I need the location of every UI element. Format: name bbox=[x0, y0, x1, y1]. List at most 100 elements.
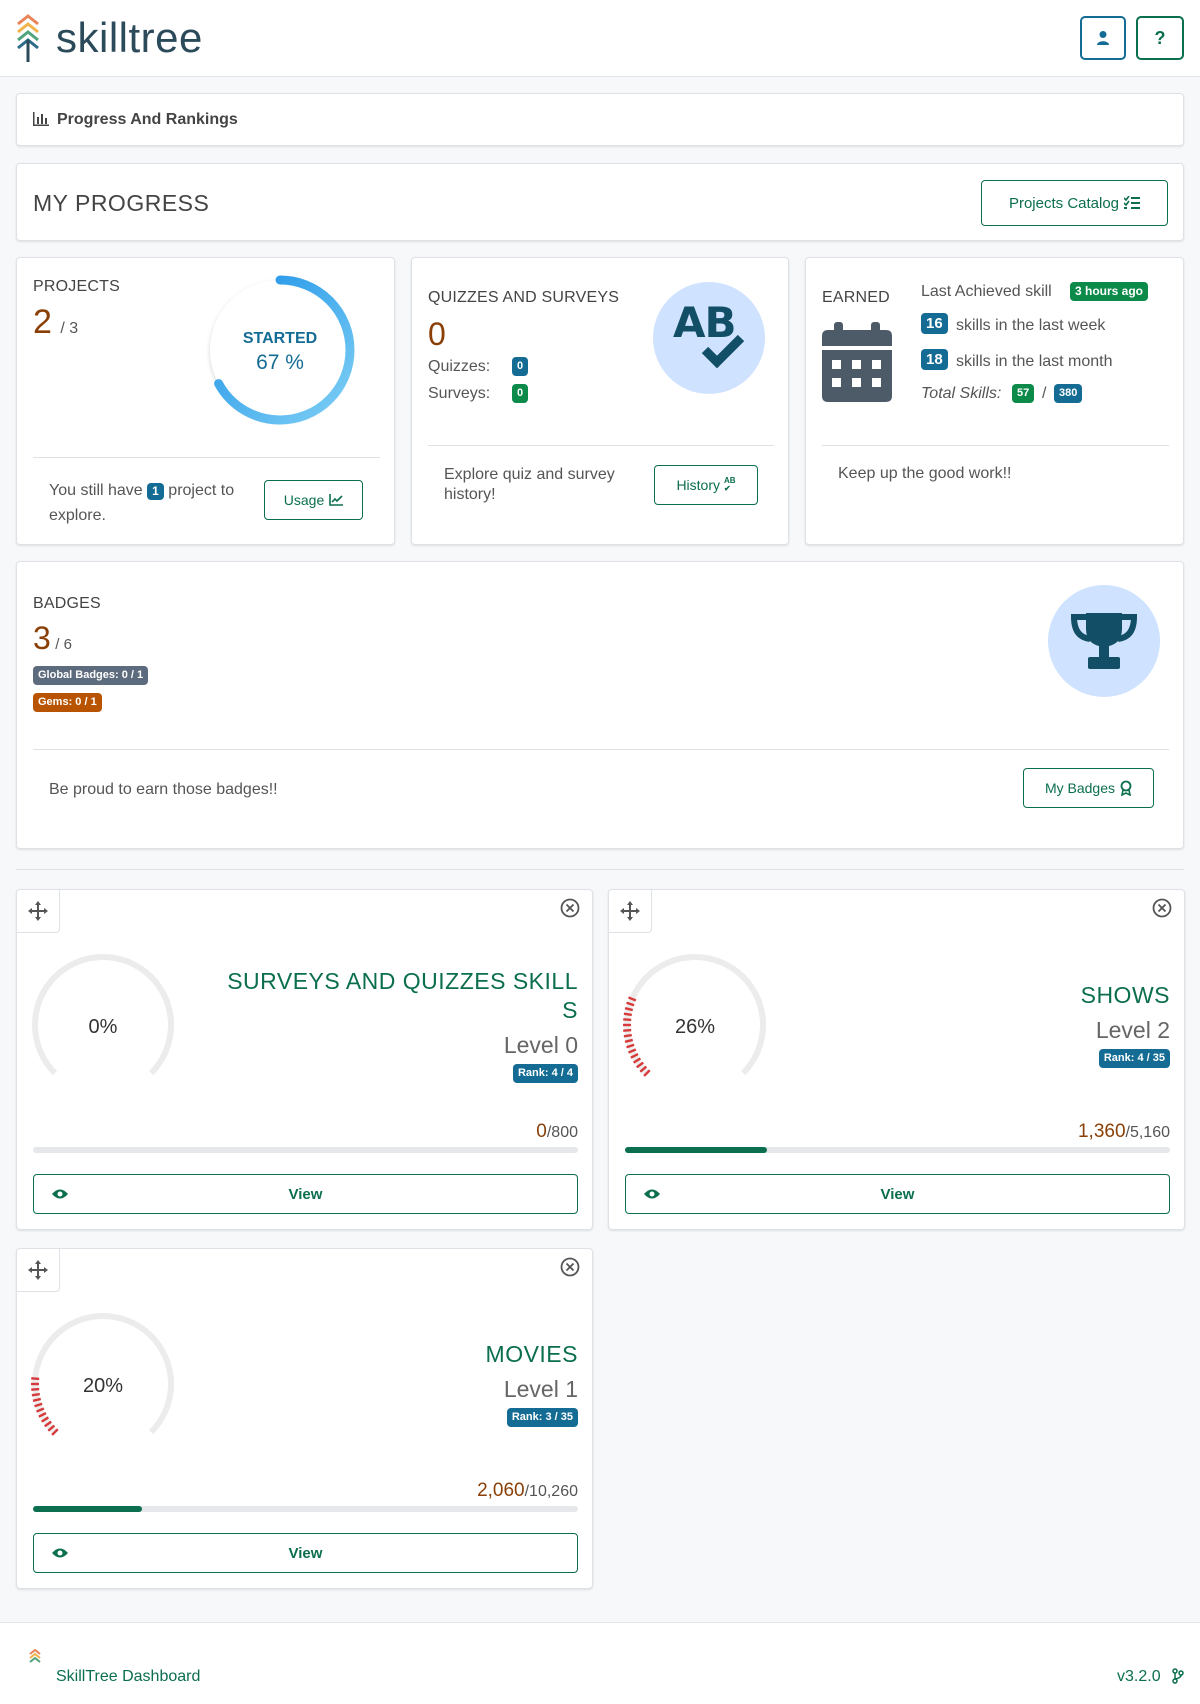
gems-badge: Gems: 0 / 1 bbox=[33, 693, 102, 712]
usage-label: Usage bbox=[283, 492, 325, 508]
surveys-label: Surveys: bbox=[428, 385, 491, 402]
top-header: skilltree ? bbox=[0, 0, 1200, 77]
view-label: View bbox=[288, 1185, 323, 1203]
project-name-line1: SHOWS bbox=[1080, 982, 1170, 1008]
view-button[interactable]: View bbox=[33, 1174, 578, 1214]
my-badges-button[interactable]: My Badges bbox=[1023, 768, 1154, 808]
trophy-icon bbox=[1048, 585, 1160, 697]
badges-count: 3 bbox=[33, 620, 51, 656]
skilltree-small-logo-icon bbox=[29, 1649, 41, 1663]
chart-line-icon bbox=[329, 494, 344, 506]
project-name-line1: SURVEYS AND QUIZZES SKILL bbox=[227, 968, 578, 994]
projects-total: / 3 bbox=[60, 320, 79, 337]
week-label: skills in the last week bbox=[956, 317, 1106, 334]
project-points: 1,360/5,160 bbox=[1078, 1121, 1170, 1143]
page-title: MY PROGRESS bbox=[33, 190, 210, 216]
points-total: /5,160 bbox=[1125, 1124, 1170, 1141]
skill-gauge: 0% bbox=[23, 948, 183, 1088]
project-level: Level 1 bbox=[503, 1376, 578, 1402]
close-circle-icon[interactable] bbox=[560, 1257, 580, 1277]
project-level: Level 2 bbox=[1095, 1017, 1170, 1043]
project-name[interactable]: SURVEYS AND QUIZZES SKILL S bbox=[218, 967, 578, 1025]
history-label: History bbox=[676, 477, 720, 493]
help-icon: ? bbox=[1154, 27, 1166, 48]
project-name[interactable]: MOVIES bbox=[218, 1340, 578, 1369]
move-arrows-icon bbox=[28, 1260, 48, 1280]
total-skills-label: Total Skills: bbox=[921, 385, 1002, 402]
page-footer: SkillTree Dashboard v3.2.0 bbox=[0, 1622, 1200, 1704]
project-percent: 20% bbox=[82, 1375, 124, 1397]
points-earned: 2,060 bbox=[477, 1480, 525, 1501]
footer-post: project to bbox=[168, 482, 235, 499]
earned-caption: EARNED bbox=[822, 289, 890, 306]
eye-icon bbox=[52, 1189, 68, 1199]
surveys-value-badge: 0 bbox=[512, 384, 529, 403]
view-label: View bbox=[288, 1544, 323, 1562]
close-circle-icon[interactable] bbox=[560, 898, 580, 918]
drag-handle[interactable] bbox=[17, 1249, 60, 1292]
spellcheck-icon: AB ✔ bbox=[724, 476, 736, 493]
badges-caption: BADGES bbox=[33, 595, 101, 612]
project-card-movies: 20% MOVIES Level 1 Rank: 3 / 35 2,060/10… bbox=[16, 1248, 593, 1589]
projects-card: PROJECTS 2 / 3 STARTED 67 % You still ha… bbox=[16, 257, 395, 545]
view-button[interactable]: View bbox=[625, 1174, 1170, 1214]
project-rank-badge: Rank: 3 / 35 bbox=[506, 1408, 578, 1427]
view-button[interactable]: View bbox=[33, 1533, 578, 1573]
earned-footer-text: Keep up the good work!! bbox=[838, 465, 1012, 482]
drag-handle[interactable] bbox=[609, 890, 652, 933]
drag-handle[interactable] bbox=[17, 890, 60, 933]
project-name-line1: MOVIES bbox=[485, 1341, 578, 1367]
projects-catalog-button[interactable]: Projects Catalog bbox=[981, 180, 1168, 226]
month-count-badge: 18 bbox=[921, 349, 948, 370]
quizzes-count: 0 bbox=[428, 316, 446, 352]
calendar-icon bbox=[822, 322, 892, 402]
award-icon bbox=[1120, 780, 1132, 796]
badges-count-row: 3 / 6 bbox=[33, 620, 72, 657]
help-button[interactable]: ? bbox=[1136, 16, 1184, 60]
footer-post2: explore. bbox=[49, 507, 106, 524]
breadcrumb-label[interactable]: Progress And Rankings bbox=[57, 111, 238, 129]
quizzes-caption: QUIZZES AND SURVEYS bbox=[428, 289, 620, 306]
project-points: 0/800 bbox=[536, 1121, 578, 1143]
chart-bar-icon bbox=[33, 112, 49, 126]
projects-caption: PROJECTS bbox=[33, 278, 120, 295]
footer-version[interactable]: v3.2.0 bbox=[1117, 1668, 1161, 1686]
projects-remaining-badge: 1 bbox=[147, 483, 164, 500]
list-check-icon bbox=[1124, 196, 1141, 209]
project-rank-badge: Rank: 4 / 35 bbox=[1098, 1049, 1170, 1068]
project-name[interactable]: SHOWS bbox=[810, 981, 1170, 1010]
project-progress-bar bbox=[33, 1147, 578, 1153]
my-progress-header: MY PROGRESS Projects Catalog bbox=[16, 163, 1184, 241]
eye-icon bbox=[644, 1189, 660, 1199]
user-button[interactable] bbox=[1080, 16, 1126, 60]
eye-icon bbox=[52, 1548, 68, 1558]
skill-gauge: 20% bbox=[23, 1307, 183, 1447]
gauge-label: STARTED bbox=[242, 330, 318, 347]
history-button[interactable]: History AB ✔ bbox=[654, 465, 758, 505]
points-total: /800 bbox=[546, 1124, 578, 1141]
month-label: skills in the last month bbox=[956, 353, 1113, 370]
project-points: 2,060/10,260 bbox=[477, 1480, 578, 1502]
quizzes-label: Quizzes: bbox=[428, 358, 491, 375]
my-badges-label: My Badges bbox=[1044, 780, 1116, 796]
move-arrows-icon bbox=[28, 901, 48, 921]
app-name[interactable]: skilltree bbox=[56, 14, 203, 62]
project-level: Level 0 bbox=[503, 1032, 578, 1058]
points-earned: 0 bbox=[536, 1121, 547, 1142]
footer-pre: You still have bbox=[49, 482, 143, 499]
projects-count: 2 bbox=[33, 303, 52, 341]
project-percent: 0% bbox=[88, 1016, 118, 1038]
project-card-surveys: 0% SURVEYS AND QUIZZES SKILL S Level 0 R… bbox=[16, 889, 593, 1230]
quizzes-card: QUIZZES AND SURVEYS 0 Quizzes: 0 Surveys… bbox=[411, 257, 789, 545]
last-achieved-label: Last Achieved skill bbox=[921, 283, 1052, 300]
close-circle-icon[interactable] bbox=[1152, 898, 1172, 918]
badges-total: / 6 bbox=[55, 636, 72, 653]
skilltree-logo-icon[interactable] bbox=[14, 14, 42, 64]
ab-check-icon: AB bbox=[653, 282, 765, 394]
footer-dashboard-link[interactable]: SkillTree Dashboard bbox=[56, 1668, 200, 1686]
badges-footer-text: Be proud to earn those badges!! bbox=[49, 781, 278, 798]
project-rank-badge: Rank: 4 / 4 bbox=[512, 1064, 578, 1083]
week-count-badge: 16 bbox=[921, 313, 948, 334]
usage-button[interactable]: Usage bbox=[264, 480, 363, 520]
git-branch-icon bbox=[1172, 1668, 1184, 1684]
